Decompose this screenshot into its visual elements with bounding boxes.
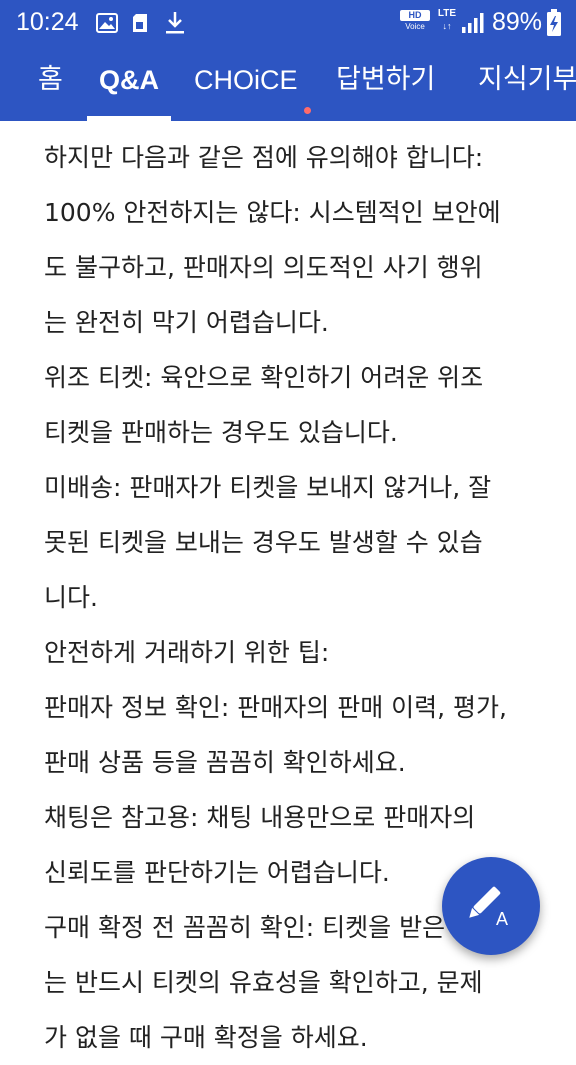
lte-label: LTE xyxy=(437,8,457,19)
tab-qna[interactable]: Q&A xyxy=(99,60,159,104)
answer-line: 티켓을 판매하는 경우도 있습니다. xyxy=(44,418,398,447)
app-header: 10:24 HD Voice LTE ↓↑ 89% 홈 Q&A CHOiCE 답… xyxy=(0,0,576,121)
tab-bar: 홈 Q&A CHOiCE 답변하기 지식기부 xyxy=(0,46,576,121)
download-icon xyxy=(166,12,184,34)
tab-knowledge-donation[interactable]: 지식기부 xyxy=(478,60,576,104)
data-arrows-icon: ↓↑ xyxy=(442,21,452,31)
hd-voice-indicator: HD Voice xyxy=(400,10,430,34)
tab-choice[interactable]: CHOiCE xyxy=(194,60,298,104)
answer-line: 미배송: 판매자가 티켓을 보내지 않거나, 잘 xyxy=(44,473,492,502)
answer-line: 판매 상품 등을 꼼꼼히 확인하세요. xyxy=(44,748,406,777)
hd-label: HD xyxy=(400,10,430,21)
write-answer-icon: A xyxy=(469,886,508,929)
answer-line: 판매자 정보 확인: 판매자의 판매 이력, 평가, xyxy=(44,693,507,722)
battery-percent: 89% xyxy=(492,8,543,36)
active-tab-indicator xyxy=(87,116,171,121)
answer-line: 는 완전히 막기 어렵습니다. xyxy=(44,308,329,337)
answer-line: 니다. xyxy=(44,583,98,612)
battery-charging-icon xyxy=(547,9,561,36)
answer-line: 100% 안전하지는 않다: 시스템적인 보안에 xyxy=(44,198,501,227)
tab-answer[interactable]: 답변하기 xyxy=(336,60,435,104)
answer-line: 도 불구하고, 판매자의 의도적인 사기 행위 xyxy=(44,253,483,282)
answer-line: 가 없을 때 구매 확정을 하세요. xyxy=(44,1023,368,1052)
status-time: 10:24 xyxy=(16,8,79,36)
answer-line: 안전하게 거래하기 위한 팁: xyxy=(44,638,330,667)
sim-icon xyxy=(133,14,147,32)
status-bar: 10:24 HD Voice LTE ↓↑ 89% xyxy=(0,0,576,46)
answer-line: 는 반드시 티켓의 유효성을 확인하고, 문제 xyxy=(44,968,483,997)
answer-line: 채팅은 참고용: 채팅 내용만으로 판매자의 xyxy=(44,803,476,832)
signal-icon xyxy=(462,13,484,33)
tab-home[interactable]: 홈 xyxy=(38,60,63,104)
fab-letter: A xyxy=(496,909,508,929)
answer-line: 못된 티켓을 보내는 경우도 발생할 수 있습 xyxy=(44,528,483,557)
write-answer-button[interactable]: A xyxy=(442,857,540,955)
image-icon xyxy=(96,13,118,33)
lte-indicator: LTE ↓↑ xyxy=(436,8,458,34)
new-indicator-dot xyxy=(304,107,311,114)
answer-line: 위조 티켓: 육안으로 확인하기 어려운 위조 xyxy=(44,363,484,392)
voice-label: Voice xyxy=(405,22,425,31)
answer-line: 하지만 다음과 같은 점에 유의해야 합니다: xyxy=(44,143,484,172)
